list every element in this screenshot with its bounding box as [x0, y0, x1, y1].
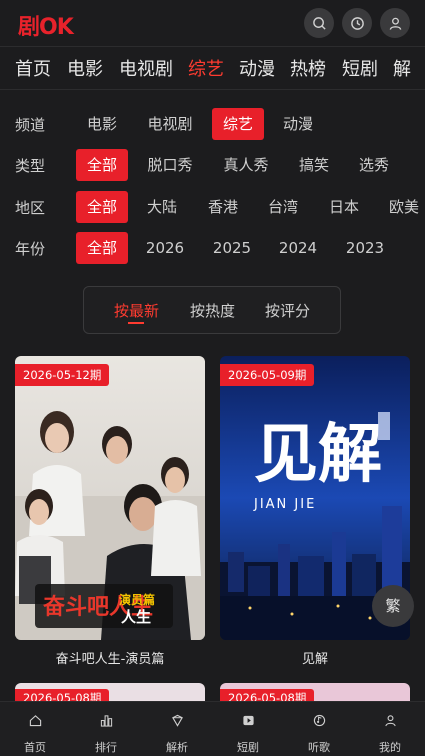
nav-anime[interactable]: 动漫	[239, 55, 275, 81]
tab-ranking[interactable]: 排行	[71, 702, 141, 756]
chip-channel-anime[interactable]: 动漫	[272, 108, 324, 140]
chip-region-all[interactable]: 全部	[76, 191, 128, 223]
chip-channel-movie[interactable]: 电影	[76, 108, 128, 140]
nav-movies[interactable]: 电影	[67, 55, 103, 81]
nav-tv-series[interactable]: 电视剧	[119, 55, 173, 81]
filter-region: 地区 全部 大陆 香港 台湾 日本 欧美	[0, 191, 425, 223]
nav-analysis[interactable]: 解	[393, 55, 411, 81]
home-icon	[29, 715, 42, 727]
poster-image[interactable]: 奋斗吧人生 演员篇 人生 2026-05-12期	[15, 356, 205, 640]
chip-type-comedy[interactable]: 搞笑	[288, 149, 340, 181]
user-button[interactable]	[380, 8, 410, 38]
poster-artwork: 奋斗吧人生 演员篇 人生	[15, 356, 205, 640]
search-button[interactable]	[304, 8, 334, 38]
nav-hot-list[interactable]: 热榜	[290, 55, 326, 81]
chip-year-2025[interactable]: 2025	[206, 232, 258, 264]
tab-home[interactable]: 首页	[0, 702, 70, 756]
history-button[interactable]	[342, 8, 372, 38]
app-logo[interactable]: 剧OK	[18, 9, 74, 41]
chip-region-mainland[interactable]: 大陆	[136, 191, 188, 223]
episode-badge: 2026-05-09期	[220, 364, 315, 386]
chip-year-all[interactable]: 全部	[76, 232, 128, 264]
chip-year-2026[interactable]: 2026	[139, 232, 191, 264]
nav-short-drama[interactable]: 短剧	[342, 55, 378, 81]
chip-region-west[interactable]: 欧美	[378, 191, 425, 223]
sort-selector: 按最新 按热度 按评分	[83, 286, 341, 334]
chip-channel-tv[interactable]: 电视剧	[140, 108, 200, 140]
sort-latest[interactable]: 按最新	[114, 300, 159, 321]
tab-ranking-label: 排行	[95, 741, 117, 754]
short-drama-icon	[243, 715, 254, 726]
filter-region-label: 地区	[15, 199, 46, 217]
user-icon	[389, 17, 401, 30]
chip-channel-variety[interactable]: 综艺	[212, 108, 264, 140]
analysis-icon	[172, 714, 183, 727]
tab-short-drama-label: 短剧	[237, 741, 259, 754]
filter-type-label: 类型	[15, 157, 46, 175]
tab-music-label: 听歌	[308, 741, 330, 754]
chip-type-all[interactable]: 全部	[76, 149, 128, 181]
ranking-icon	[100, 715, 113, 727]
filter-year-label: 年份	[15, 240, 46, 258]
svg-text:JIAN JIE: JIAN JIE	[253, 497, 316, 512]
tab-short-drama[interactable]: 短剧	[213, 702, 283, 756]
filter-year: 年份 全部 2026 2025 2024 2023	[0, 232, 425, 264]
chip-type-talent[interactable]: 选秀	[348, 149, 400, 181]
profile-icon	[385, 715, 396, 727]
chip-region-japan[interactable]: 日本	[318, 191, 370, 223]
tab-home-label: 首页	[24, 741, 46, 754]
svg-text:见解: 见解	[254, 417, 382, 492]
nav-variety[interactable]: 综艺	[188, 55, 224, 81]
traditional-chinese-toggle[interactable]: 繁	[372, 585, 414, 627]
media-card-partial[interactable]: 2026-05-08期	[15, 683, 205, 703]
chip-year-2023[interactable]: 2023	[339, 232, 391, 264]
svg-text:人生: 人生	[121, 608, 151, 626]
top-bar: 剧OK	[0, 0, 425, 46]
chip-type-reality[interactable]: 真人秀	[216, 149, 276, 181]
chip-type-talkshow[interactable]: 脱口秀	[140, 149, 200, 181]
bottom-tab-bar: 首页 排行 解析 短剧 听歌 我的	[0, 701, 425, 756]
episode-badge: 2026-05-12期	[15, 364, 110, 386]
main-nav: 首页 电影 电视剧 综艺 动漫 热榜 短剧 解	[0, 46, 425, 90]
card-title[interactable]: 奋斗吧人生-演员篇	[15, 648, 205, 667]
filter-channel: 频道 电影 电视剧 综艺 动漫	[0, 108, 425, 140]
sort-popularity[interactable]: 按热度	[190, 300, 235, 321]
search-icon	[312, 16, 326, 30]
filter-type: 类型 全部 脱口秀 真人秀 搞笑 选秀	[0, 149, 425, 181]
history-icon	[350, 16, 364, 30]
media-card-partial[interactable]: 2026-05-08期	[220, 683, 410, 703]
tab-music[interactable]: 听歌	[284, 702, 354, 756]
chip-region-taiwan[interactable]: 台湾	[257, 191, 309, 223]
sort-active-indicator	[128, 322, 144, 324]
tab-profile[interactable]: 我的	[355, 702, 425, 756]
nav-home[interactable]: 首页	[15, 55, 51, 81]
tab-profile-label: 我的	[379, 741, 401, 754]
sort-rating[interactable]: 按评分	[265, 300, 310, 321]
tab-analysis[interactable]: 解析	[142, 702, 212, 756]
music-icon	[313, 714, 326, 727]
poster-logo: 奋斗吧人生 演员篇 人生	[35, 584, 173, 628]
tab-analysis-label: 解析	[166, 741, 188, 754]
svg-text:演员篇: 演员篇	[119, 592, 155, 607]
chip-year-2024[interactable]: 2024	[272, 232, 324, 264]
card-title[interactable]: 见解	[220, 648, 410, 667]
filter-channel-label: 频道	[15, 116, 46, 134]
chip-region-hongkong[interactable]: 香港	[197, 191, 249, 223]
